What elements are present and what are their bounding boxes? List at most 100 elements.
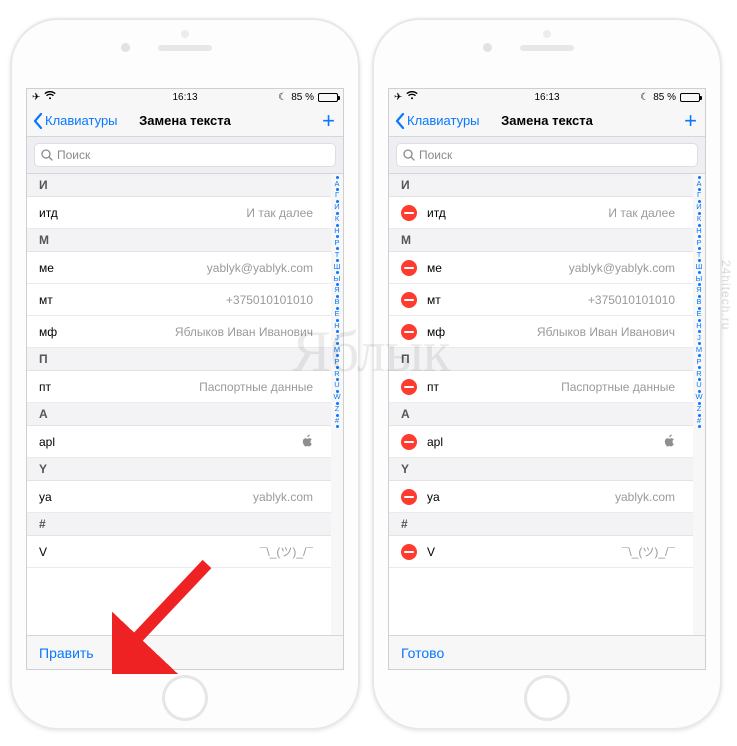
index-letter[interactable]: Т xyxy=(335,251,340,259)
delete-icon[interactable] xyxy=(401,544,417,560)
index-letter[interactable]: Р xyxy=(334,239,339,247)
index-letter[interactable]: R xyxy=(334,370,339,378)
replacements-list-left[interactable]: ИитдИ так далееМмеyablyk@yablyk.comмт+37… xyxy=(27,174,331,635)
phrase-text: Яблыков Иван Иванович xyxy=(175,325,319,339)
delete-icon[interactable] xyxy=(401,324,417,340)
index-letter[interactable]: Z xyxy=(697,405,702,413)
index-letter[interactable]: А xyxy=(696,180,701,188)
list-item[interactable]: итд И так далее xyxy=(27,197,331,229)
index-letter[interactable]: J xyxy=(697,334,701,342)
index-letter[interactable]: E xyxy=(334,310,339,318)
add-button[interactable]: + xyxy=(684,110,697,132)
search-placeholder: Поиск xyxy=(57,148,90,162)
index-letter[interactable]: И xyxy=(334,203,339,211)
index-letter[interactable]: # xyxy=(697,417,701,425)
index-letter[interactable]: W xyxy=(333,393,340,401)
list-item[interactable]: мфЯблыков Иван Иванович xyxy=(27,316,331,348)
index-letter[interactable]: К xyxy=(697,215,701,223)
delete-icon[interactable] xyxy=(401,205,417,221)
list-item[interactable]: мт+375010101010 xyxy=(27,284,331,316)
index-letter[interactable]: Я xyxy=(334,286,339,294)
index-letter[interactable]: E xyxy=(696,310,701,318)
phrase-text: Паспортные данные xyxy=(199,380,319,394)
shortcut-text: итд xyxy=(39,206,58,220)
index-letter[interactable]: H xyxy=(334,322,339,330)
index-letter[interactable]: U xyxy=(696,381,701,389)
toolbar-edit-button[interactable]: Править xyxy=(27,635,343,669)
delete-icon[interactable] xyxy=(401,379,417,395)
index-letter[interactable]: P xyxy=(696,358,701,366)
delete-icon[interactable] xyxy=(401,292,417,308)
list-item[interactable]: yayablyk.com xyxy=(389,481,693,513)
list-item[interactable]: V¯\_(ツ)_/¯ xyxy=(389,536,693,568)
status-bar: ✈︎ 16:13 ☾ 85 % xyxy=(389,89,705,105)
index-letter[interactable]: Г xyxy=(335,191,339,199)
battery-pct: 85 % xyxy=(653,92,676,103)
index-letter[interactable]: Н xyxy=(334,227,339,235)
delete-icon[interactable] xyxy=(401,434,417,450)
toolbar-done-button[interactable]: Готово xyxy=(389,635,705,669)
index-letter[interactable]: Р xyxy=(696,239,701,247)
list-item[interactable]: меyablyk@yablyk.com xyxy=(389,252,693,284)
replacements-list-right[interactable]: ИитдИ так далееМмеyablyk@yablyk.comмт+37… xyxy=(389,174,693,635)
chevron-left-icon xyxy=(395,113,405,129)
index-letter[interactable]: J xyxy=(335,334,339,342)
back-button[interactable]: Клавиатуры xyxy=(33,113,118,129)
index-letter[interactable]: U xyxy=(334,381,339,389)
index-letter[interactable]: А xyxy=(334,180,339,188)
list-item[interactable]: apl xyxy=(27,426,331,458)
list-item[interactable]: итдИ так далее xyxy=(389,197,693,229)
index-letter[interactable]: Ш xyxy=(334,263,341,271)
search-input[interactable]: Поиск xyxy=(396,143,698,167)
index-letter[interactable]: W xyxy=(695,393,702,401)
index-letter[interactable]: R xyxy=(696,370,701,378)
home-button[interactable] xyxy=(524,675,570,721)
list-item[interactable]: мт+375010101010 xyxy=(389,284,693,316)
index-letter[interactable]: B xyxy=(334,298,339,306)
home-button[interactable] xyxy=(162,675,208,721)
index-letter[interactable]: # xyxy=(335,417,339,425)
screen-right: ✈︎ 16:13 ☾ 85 % Клавиатуры Замена тек xyxy=(388,88,706,670)
list-item[interactable]: yayablyk.com xyxy=(27,481,331,513)
list-item[interactable]: мфЯблыков Иван Иванович xyxy=(389,316,693,348)
index-strip[interactable]: АГИКНРТШЫЯBEHJMPRUWZ # xyxy=(693,174,705,635)
index-letter[interactable]: Ы xyxy=(696,275,703,283)
index-letter[interactable]: Н xyxy=(696,227,701,235)
battery-icon xyxy=(318,93,338,102)
delete-icon[interactable] xyxy=(401,260,417,276)
index-letter[interactable]: Ш xyxy=(696,263,703,271)
section-header: # xyxy=(27,513,331,536)
index-letter[interactable]: H xyxy=(696,322,701,330)
index-letter[interactable]: B xyxy=(696,298,701,306)
index-letter[interactable]: Г xyxy=(697,191,701,199)
index-strip[interactable]: АГИКНРТШЫЯBEHJMPRUWZ # xyxy=(331,174,343,635)
index-letter[interactable]: M xyxy=(696,346,702,354)
list-item[interactable]: птПаспортные данные xyxy=(389,371,693,403)
screen-left: ✈︎ 16:13 ☾ 85 % Клавиатуры Замена тек xyxy=(26,88,344,670)
list-item[interactable]: V¯\_(ツ)_/¯ xyxy=(27,536,331,568)
shortcut-text: пт xyxy=(39,380,51,394)
delete-icon[interactable] xyxy=(401,489,417,505)
back-button[interactable]: Клавиатуры xyxy=(395,113,480,129)
index-letter[interactable]: И xyxy=(696,203,701,211)
index-letter[interactable]: Ы xyxy=(334,275,341,283)
index-letter[interactable]: P xyxy=(334,358,339,366)
index-letter[interactable]: M xyxy=(334,346,340,354)
search-input[interactable]: Поиск xyxy=(34,143,336,167)
phrase-text xyxy=(664,434,681,450)
list-item[interactable]: apl xyxy=(389,426,693,458)
index-letter[interactable]: Я xyxy=(696,286,701,294)
shortcut-text: ya xyxy=(39,490,52,504)
back-label: Клавиатуры xyxy=(407,113,480,128)
moon-icon: ☾ xyxy=(278,92,287,103)
list-item[interactable]: пт Паспортные данные xyxy=(27,371,331,403)
phone-right: ✈︎ 16:13 ☾ 85 % Клавиатуры Замена тек xyxy=(372,18,722,730)
section-header: Y xyxy=(389,458,693,481)
index-letter[interactable]: К xyxy=(335,215,339,223)
list-item[interactable]: меyablyk@yablyk.com xyxy=(27,252,331,284)
index-letter[interactable]: Z xyxy=(335,405,340,413)
add-button[interactable]: + xyxy=(322,110,335,132)
phrase-text: И так далее xyxy=(246,206,319,220)
section-header: П xyxy=(27,348,331,371)
index-letter[interactable]: Т xyxy=(697,251,702,259)
